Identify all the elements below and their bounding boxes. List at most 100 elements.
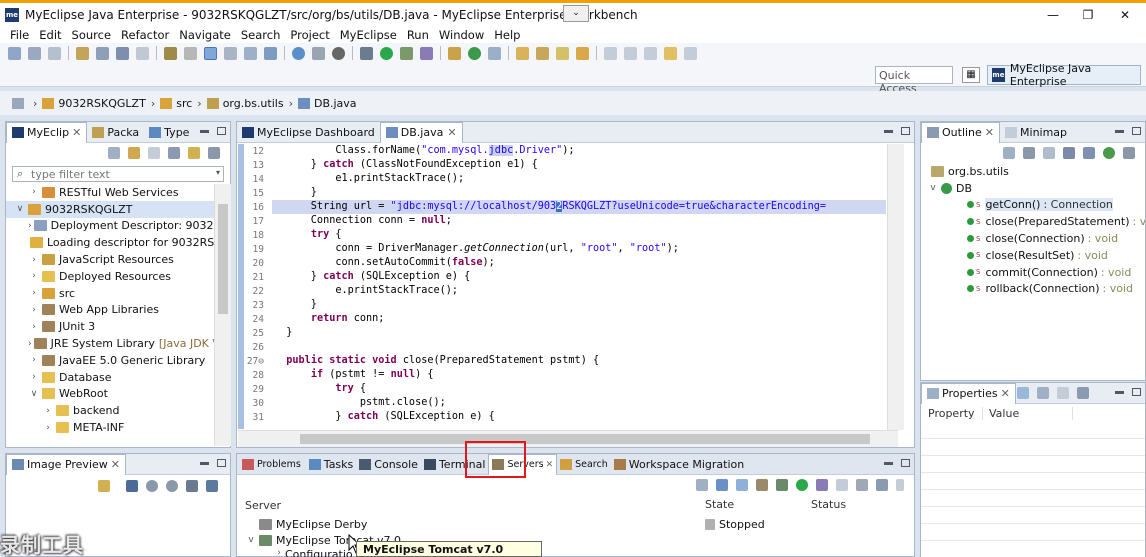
tab-console[interactable]: Console: [356, 454, 421, 475]
outline-method-row[interactable]: Scommit(Connection): void: [921, 264, 1145, 281]
outline-method-row[interactable]: Sclose(PreparedStatement): void: [921, 213, 1145, 230]
editor-vertical-scrollbar[interactable]: [887, 144, 904, 430]
maximize-view-icon[interactable]: [217, 459, 226, 467]
open-type-icon[interactable]: [76, 46, 89, 60]
deploy-icon[interactable]: [164, 46, 177, 60]
collapse-all-icon[interactable]: [108, 147, 120, 159]
tab-myeclipse-dashboard[interactable]: MyEclipse Dashboard: [237, 122, 380, 143]
minimize-view-icon[interactable]: [884, 462, 893, 465]
tree-item[interactable]: › src: [6, 285, 214, 302]
tree-item[interactable]: › Web App Libraries: [6, 302, 214, 319]
scroll-thumb[interactable]: [218, 204, 228, 314]
terminal-icon[interactable]: [116, 46, 129, 60]
collapsed-twisty-icon[interactable]: ›: [28, 288, 40, 298]
open-perspective-icon[interactable]: ▦: [962, 67, 980, 83]
actual-size-icon[interactable]: [186, 480, 198, 492]
zoom-in-icon[interactable]: [166, 480, 178, 492]
tab-outline[interactable]: Outline ✕: [921, 121, 1001, 143]
collapse-chevron-icon[interactable]: ⌄: [563, 5, 589, 22]
close-icon[interactable]: ✕: [985, 126, 994, 139]
debug-icon[interactable]: [360, 46, 373, 60]
debug-server-icon[interactable]: [776, 479, 788, 491]
hide-static-icon[interactable]: [1063, 147, 1075, 159]
tab-package-explorer[interactable]: Packa: [87, 122, 144, 143]
tree-item[interactable]: › JavaEE 5.0 Generic Library: [6, 352, 214, 369]
outline-method-row[interactable]: Srollback(Connection): void: [921, 281, 1145, 298]
open-project-icon[interactable]: [536, 46, 549, 60]
tree-item[interactable]: › Deployed Resources: [6, 268, 214, 285]
collapsed-twisty-icon[interactable]: ›: [28, 339, 32, 349]
toggle-view-icon[interactable]: [204, 46, 217, 60]
window-icon[interactable]: [136, 46, 149, 60]
next-annotation-icon[interactable]: [624, 46, 637, 60]
expand-twisty-icon[interactable]: v: [245, 535, 257, 545]
outline-class-row[interactable]: v DB: [921, 180, 1145, 197]
categories-icon[interactable]: [1017, 387, 1029, 399]
close-icon[interactable]: ✕: [111, 458, 120, 471]
collapsed-twisty-icon[interactable]: ›: [28, 322, 40, 332]
server-icon[interactable]: [184, 46, 197, 60]
profile-server-icon[interactable]: [816, 479, 828, 491]
grid-icon[interactable]: [224, 46, 237, 60]
column-status[interactable]: Status: [811, 498, 846, 511]
globe-icon[interactable]: [292, 46, 305, 60]
menu-navigate[interactable]: Navigate: [179, 28, 231, 42]
column-server[interactable]: Server: [245, 499, 281, 512]
close-icon[interactable]: ✕: [72, 126, 81, 139]
breadcrumb-project[interactable]: 9032RSKQGLZT: [58, 97, 145, 110]
filter-dropdown-icon[interactable]: ▾: [216, 168, 220, 177]
expand-twisty-icon[interactable]: v: [927, 183, 939, 193]
rotate-icon[interactable]: [206, 480, 218, 492]
view-menu-icon[interactable]: [896, 479, 904, 491]
collapsed-twisty-icon[interactable]: ›: [28, 355, 40, 365]
collapsed-twisty-icon[interactable]: ›: [28, 187, 40, 197]
menu-myeclipse[interactable]: MyEclipse: [340, 28, 397, 42]
breadcrumb-package[interactable]: org.bs.utils: [223, 97, 284, 110]
link-icon[interactable]: [716, 479, 728, 491]
restore-default-icon[interactable]: [1057, 387, 1069, 399]
tree-item[interactable]: ∨ 9032RSKQGLZT: [6, 200, 214, 218]
close-button[interactable]: ✕: [1115, 7, 1135, 23]
view-menu-icon[interactable]: [1123, 147, 1135, 159]
scroll-thumb[interactable]: [300, 434, 870, 444]
menu-file[interactable]: File: [10, 28, 29, 42]
back-icon[interactable]: [664, 46, 677, 60]
maximize-view-icon[interactable]: [217, 127, 226, 135]
maximize-view-icon[interactable]: [901, 127, 910, 135]
link-editor-icon[interactable]: [128, 147, 140, 159]
fit-icon[interactable]: [126, 480, 138, 492]
browser-icon[interactable]: [312, 46, 325, 60]
tab-problems[interactable]: Problems: [237, 454, 306, 475]
expand-icon[interactable]: [736, 479, 748, 491]
download-icon[interactable]: [264, 46, 277, 60]
tree-item[interactable]: › JavaScript Resources: [6, 251, 214, 268]
expanded-twisty-icon[interactable]: ∨: [14, 204, 26, 214]
tab-tasks[interactable]: Tasks: [306, 454, 356, 475]
minimize-view-icon[interactable]: [1115, 391, 1124, 394]
tree-item[interactable]: › Deployment Descriptor: 9032RS: [6, 218, 214, 235]
hide-fields-icon[interactable]: [1043, 147, 1055, 159]
menu-edit[interactable]: Edit: [39, 28, 61, 42]
print-icon[interactable]: [48, 46, 61, 60]
outline-package-row[interactable]: org.bs.utils: [921, 163, 1145, 180]
menu-run[interactable]: Run: [407, 28, 429, 42]
explorer-vertical-scrollbar[interactable]: [214, 184, 231, 446]
tree-item[interactable]: › RESTful Web Services: [6, 184, 214, 201]
layout-icon[interactable]: [244, 46, 257, 60]
menu-help[interactable]: Help: [494, 28, 520, 42]
collapsed-twisty-icon[interactable]: ›: [28, 255, 40, 265]
collapse-all-icon[interactable]: [1003, 147, 1015, 159]
publish-icon[interactable]: [856, 479, 868, 491]
search-icon[interactable]: [96, 46, 109, 60]
tree-item[interactable]: › META-INF: [6, 419, 214, 434]
minimize-button[interactable]: —: [1043, 7, 1063, 23]
tab-type-hierarchy[interactable]: Type: [144, 122, 194, 143]
column-state[interactable]: State: [705, 498, 734, 511]
sort-icon[interactable]: [1023, 147, 1035, 159]
quick-access-input[interactable]: Quick Access: [875, 66, 953, 95]
start-server-icon[interactable]: [796, 479, 808, 491]
expanded-twisty-icon[interactable]: ∨: [28, 389, 40, 399]
menu-search[interactable]: Search: [241, 28, 281, 42]
perspective-button[interactable]: me MyEclipse Java Enterprise: [987, 62, 1141, 88]
column-property[interactable]: Property: [921, 407, 983, 420]
